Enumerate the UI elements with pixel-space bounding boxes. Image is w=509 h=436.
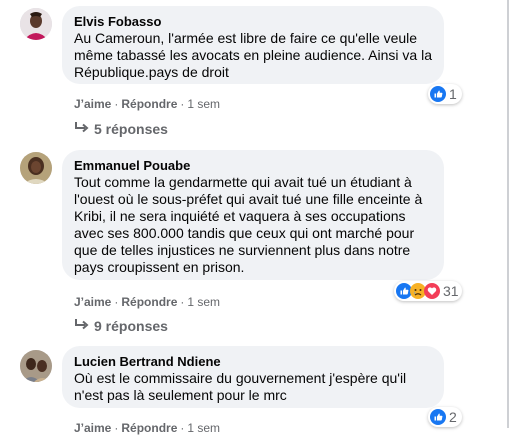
- comment-text: Tout comme la gendarmette qui avait tué …: [74, 174, 423, 275]
- reaction-count: 1: [449, 86, 457, 102]
- replies-count[interactable]: 9 réponses: [94, 318, 168, 334]
- comment-bubble: Lucien Bertrand Ndiene Où est le commiss…: [62, 346, 444, 408]
- avatar[interactable]: [20, 8, 52, 40]
- comment-text: Au Cameroun, l'armée est libre de faire …: [74, 30, 432, 80]
- avatar[interactable]: [20, 350, 52, 382]
- comment-author[interactable]: Lucien Bertrand Ndiene: [74, 354, 432, 370]
- separator: ·: [180, 97, 185, 111]
- reaction-count: 2: [449, 409, 457, 425]
- comment-time[interactable]: 1 sem: [187, 295, 220, 309]
- view-replies-link[interactable]: 5 réponses: [74, 120, 168, 139]
- like-link[interactable]: J’aime: [74, 295, 111, 309]
- comment-actions: J’aime · Répondre · 1 sem: [74, 420, 220, 436]
- separator: ·: [114, 295, 119, 309]
- comment-author[interactable]: Emmanuel Pouabe: [74, 158, 432, 174]
- separator: ·: [114, 97, 119, 111]
- separator: ·: [180, 295, 185, 309]
- separator: ·: [114, 421, 119, 435]
- reply-arrow-icon: [74, 121, 90, 139]
- comment-bubble: Emmanuel Pouabe Tout comme la gendarmett…: [62, 150, 444, 280]
- comment-author[interactable]: Elvis Fobasso: [74, 14, 432, 30]
- reaction-summary[interactable]: 31: [394, 281, 462, 301]
- comment-time[interactable]: 1 sem: [187, 97, 220, 111]
- comment-actions: J’aime · Répondre · 1 sem: [74, 294, 220, 310]
- avatar[interactable]: [20, 152, 52, 184]
- reaction-summary[interactable]: 2: [428, 407, 462, 427]
- reaction-count: 31: [443, 283, 459, 299]
- reply-link[interactable]: Répondre: [121, 295, 177, 309]
- like-reaction-icon: [430, 86, 446, 102]
- reply-link[interactable]: Répondre: [121, 97, 177, 111]
- separator: ·: [180, 421, 185, 435]
- love-reaction-icon: [424, 283, 440, 299]
- like-reaction-icon: [430, 409, 446, 425]
- reply-link[interactable]: Répondre: [121, 421, 177, 435]
- reaction-summary[interactable]: 1: [428, 84, 462, 104]
- comment-actions: J’aime · Répondre · 1 sem: [74, 96, 220, 112]
- comment-time[interactable]: 1 sem: [187, 421, 220, 435]
- reply-arrow-icon: [74, 318, 90, 336]
- replies-count[interactable]: 5 réponses: [94, 121, 168, 137]
- comment-bubble: Elvis Fobasso Au Cameroun, l'armée est l…: [62, 6, 444, 84]
- view-replies-link[interactable]: 9 réponses: [74, 317, 168, 336]
- like-link[interactable]: J’aime: [74, 421, 111, 435]
- comment-text: Où est le commissaire du gouvernement j'…: [74, 370, 407, 403]
- like-link[interactable]: J’aime: [74, 97, 111, 111]
